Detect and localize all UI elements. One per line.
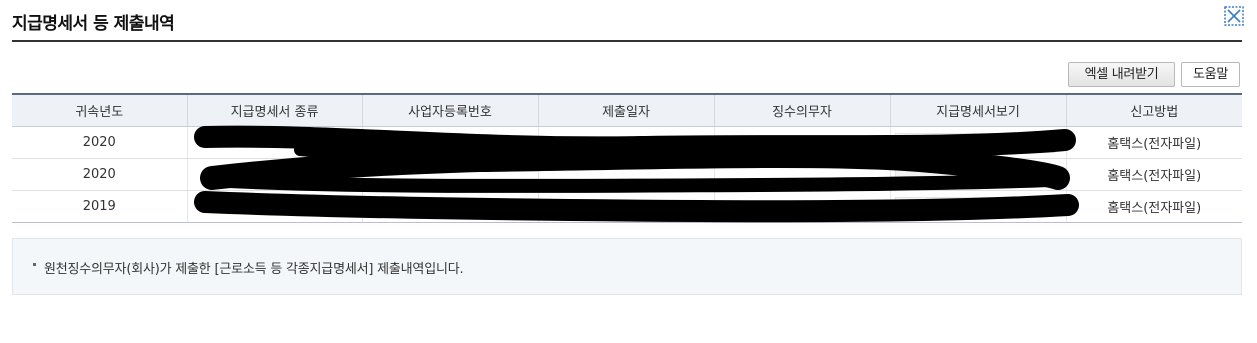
page-header: 지급명세서 등 제출내역	[12, 0, 1244, 42]
help-button[interactable]: 도움말	[1181, 62, 1240, 87]
column-header-submit-date: 제출일자	[537, 93, 714, 127]
cell-view-statement	[889, 190, 1066, 223]
page-title: 지급명세서 등 제출내역	[12, 14, 175, 34]
table-row: 2019 홈택스(전자파일)	[12, 190, 1242, 223]
cell-view-statement	[889, 158, 1066, 191]
submission-table: 귀속년도 지급명세서 종류 사업자등록번호 제출일자 징수의무자 지급명세서보기…	[12, 93, 1242, 223]
table-row: 2020 홈택스(전자파일)	[12, 126, 1242, 159]
cell-submit-date	[537, 158, 714, 191]
view-statement-button[interactable]	[894, 132, 1055, 153]
close-icon[interactable]	[1224, 6, 1244, 26]
cell-business-number	[361, 126, 538, 159]
cell-statement-type	[186, 126, 362, 159]
column-header-view-statement: 지급명세서보기	[889, 93, 1066, 127]
cell-withholding-agent	[713, 126, 890, 159]
excel-download-button[interactable]: 엑셀 내려받기	[1068, 62, 1175, 87]
cell-filing-method: 홈택스(전자파일)	[1065, 190, 1242, 223]
column-header-statement-type: 지급명세서 종류	[186, 93, 362, 127]
table-row: 2020 홈택스(전자파일)	[12, 158, 1242, 191]
cell-statement-type	[186, 158, 362, 191]
cell-business-number	[361, 158, 538, 191]
cell-withholding-agent	[713, 158, 890, 191]
cell-statement-type	[186, 190, 362, 223]
cell-year: 2019	[12, 190, 187, 223]
view-statement-button[interactable]	[894, 164, 1055, 185]
notice-text: 원천징수의무자(회사)가 제출한 [근로소득 등 각종지급명세서] 제출내역입니…	[44, 262, 464, 277]
view-statement-button[interactable]	[894, 196, 1055, 217]
column-header-filing-method: 신고방법	[1065, 93, 1242, 127]
column-header-business-number: 사업자등록번호	[361, 93, 538, 127]
cell-submit-date	[537, 190, 714, 223]
notice-box: 원천징수의무자(회사)가 제출한 [근로소득 등 각종지급명세서] 제출내역입니…	[12, 238, 1242, 295]
cell-view-statement	[889, 126, 1066, 159]
cell-filing-method: 홈택스(전자파일)	[1065, 158, 1242, 191]
cell-year: 2020	[12, 126, 187, 159]
cell-filing-method: 홈택스(전자파일)	[1065, 126, 1242, 159]
column-header-year: 귀속년도	[12, 93, 187, 127]
cell-submit-date	[537, 126, 714, 159]
bullet-icon	[33, 263, 36, 266]
column-header-withholding-agent: 징수의무자	[713, 93, 890, 127]
cell-withholding-agent	[713, 190, 890, 223]
cell-business-number	[361, 190, 538, 223]
table-header-row: 귀속년도 지급명세서 종류 사업자등록번호 제출일자 징수의무자 지급명세서보기…	[12, 93, 1242, 127]
cell-year: 2020	[12, 158, 187, 191]
